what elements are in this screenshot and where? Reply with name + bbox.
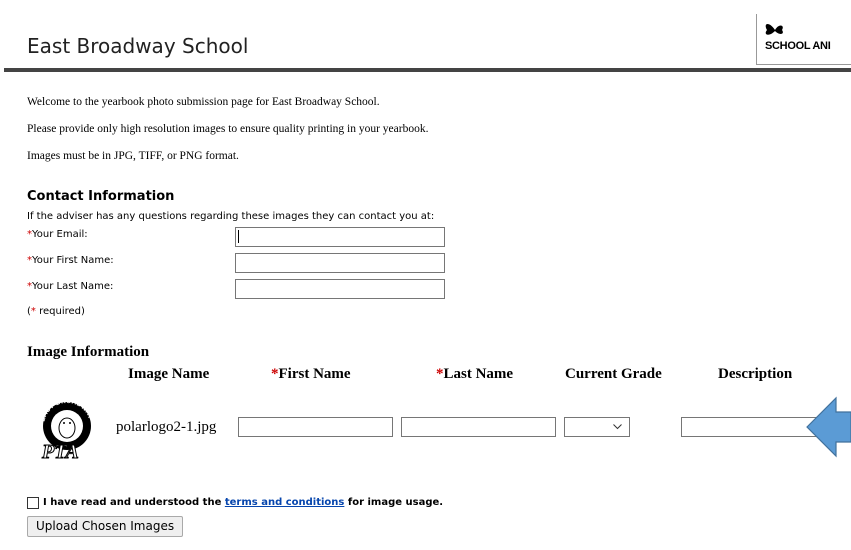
row-grade-select[interactable] [564, 417, 630, 437]
header-divider [4, 68, 851, 72]
intro-line-1: Welcome to the yearbook photo submission… [27, 96, 380, 108]
col-image-name: Image Name [128, 366, 210, 382]
thumbnail-pta-text: PTA [41, 441, 79, 460]
last-name-label: *Your Last Name: [27, 281, 113, 292]
col-description: Description [718, 366, 793, 382]
col-first-name: *First Name [271, 366, 351, 383]
contact-subtext: If the adviser has any questions regardi… [27, 211, 435, 222]
email-field-wrap [235, 227, 445, 247]
first-name-label-text: Your First Name: [32, 255, 114, 266]
email-field[interactable] [235, 227, 445, 247]
logo-text: SCHOOL ANI [765, 40, 831, 52]
email-label-text: Your Email: [32, 229, 88, 240]
page-title: East Broadway School [27, 34, 249, 58]
col-current-grade: Current Grade [565, 366, 662, 382]
last-name-label-text: Your Last Name: [32, 281, 114, 292]
terms-label: I have read and understood the terms and… [43, 497, 443, 508]
email-label: *Your Email: [27, 229, 88, 240]
intro-line-2: Please provide only high resolution imag… [27, 123, 429, 135]
required-note-text: required) [35, 306, 85, 317]
row-first-name-field[interactable] [238, 417, 393, 437]
image-thumbnail: EAST BROADWAY PTA [39, 398, 93, 460]
intro-line-3: Images must be in JPG, TIFF, or PNG form… [27, 150, 239, 162]
left-arrow-icon [806, 396, 851, 458]
terms-prefix: I have read and understood the [43, 497, 225, 508]
col-last-name: *Last Name [436, 366, 513, 383]
row-filename: polarlogo2-1.jpg [116, 419, 217, 435]
contact-heading: Contact Information [27, 189, 175, 204]
first-name-field[interactable] [235, 253, 445, 273]
terms-checkbox[interactable] [27, 497, 39, 509]
required-marker: * [436, 366, 444, 382]
col-last-name-text: Last Name [443, 366, 514, 382]
terms-link[interactable]: terms and conditions [225, 497, 345, 508]
terms-suffix: for image usage. [344, 497, 444, 508]
text-cursor [238, 230, 239, 243]
required-marker: * [271, 366, 279, 382]
row-last-name-field[interactable] [401, 417, 556, 437]
last-name-field[interactable] [235, 279, 445, 299]
first-name-label: *Your First Name: [27, 255, 114, 266]
upload-button[interactable]: Upload Chosen Images [27, 516, 184, 537]
image-info-heading: Image Information [27, 344, 150, 360]
required-note: (* required) [27, 306, 85, 317]
school-annual-logo: SCHOOL ANI [756, 14, 851, 65]
chevron-down-icon [613, 424, 622, 430]
butterfly-icon [765, 23, 783, 35]
col-first-name-text: First Name [278, 366, 351, 382]
